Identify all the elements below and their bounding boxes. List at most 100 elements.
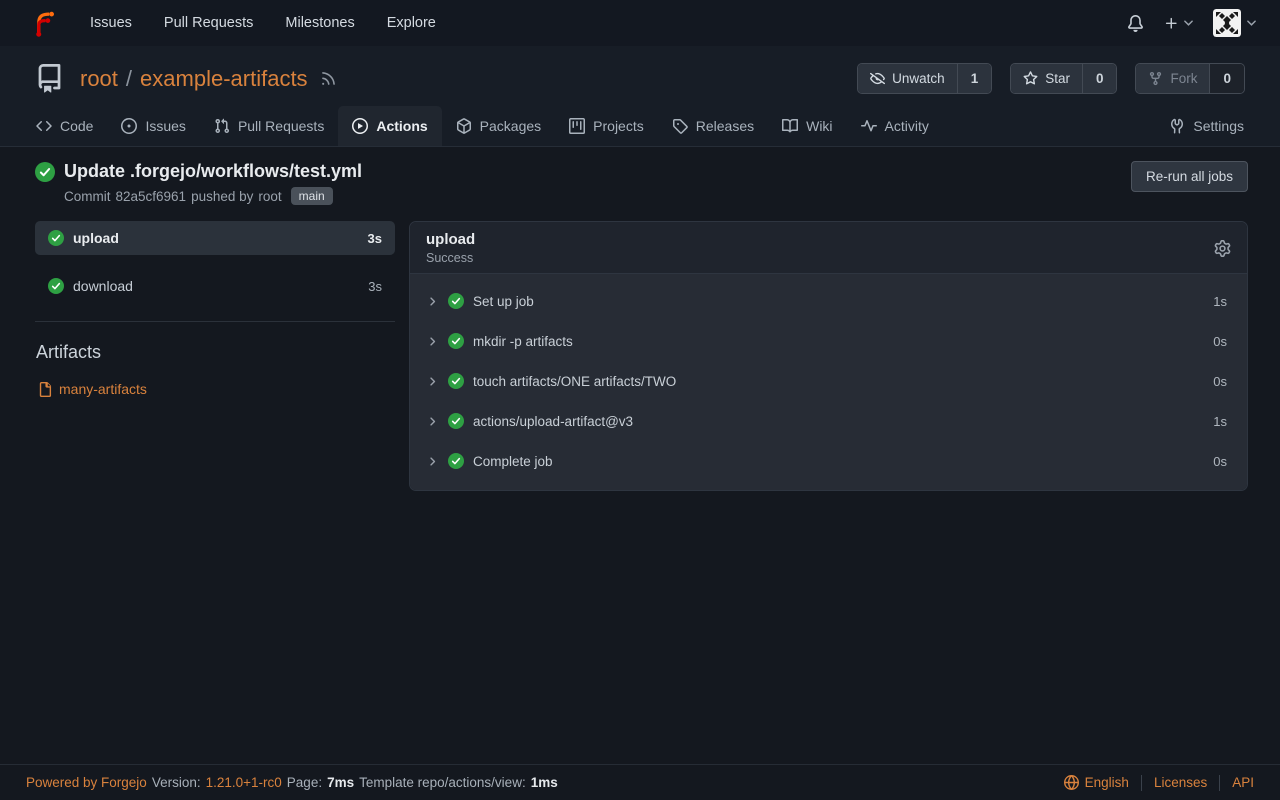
step-duration: 1s (1213, 414, 1227, 429)
nav-milestones[interactable]: Milestones (269, 0, 370, 46)
tab-actions[interactable]: Actions (338, 106, 441, 146)
forgejo-logo[interactable] (28, 8, 58, 38)
job-duration: 3s (368, 231, 382, 246)
fork-icon (1148, 71, 1163, 86)
star-icon (1023, 71, 1038, 86)
run-commit-meta: Commit 82a5cf6961 pushed by root main (64, 187, 362, 205)
step-name: touch artifacts/ONE artifacts/TWO (473, 374, 1204, 389)
tab-wiki-label: Wiki (806, 118, 832, 134)
tab-issues-label: Issues (145, 118, 185, 134)
success-check-icon (48, 278, 64, 294)
job-panel-header: upload Success (410, 222, 1247, 274)
tab-pull-requests[interactable]: Pull Requests (200, 106, 338, 146)
watchers-count[interactable]: 1 (957, 64, 992, 93)
chevron-down-icon (1247, 20, 1256, 26)
nav-issues[interactable]: Issues (74, 0, 148, 46)
sidebar-divider (35, 321, 395, 322)
artifact-link-many-artifacts[interactable]: many-artifacts (37, 381, 395, 397)
page-time-label: Page: (287, 775, 322, 790)
file-icon (37, 382, 52, 397)
step-row-touch-artifacts[interactable]: touch artifacts/ONE artifacts/TWO 0s (410, 361, 1247, 401)
notifications-button[interactable] (1127, 15, 1144, 32)
job-name: download (73, 278, 359, 294)
stars-count[interactable]: 0 (1082, 64, 1117, 93)
bell-icon (1127, 15, 1144, 32)
chevron-right-icon (426, 455, 439, 468)
tab-releases[interactable]: Releases (658, 106, 768, 146)
repo-owner-link[interactable]: root (80, 66, 118, 92)
create-new-dropdown[interactable] (1164, 16, 1193, 31)
template-time-value: 1ms (531, 775, 558, 790)
step-duration: 0s (1213, 334, 1227, 349)
api-link[interactable]: API (1232, 775, 1254, 790)
actions-run-view: Update .forgejo/workflows/test.yml Commi… (0, 147, 1280, 764)
job-row-upload[interactable]: upload 3s (35, 221, 395, 255)
version-link[interactable]: 1.21.0+1-rc0 (206, 775, 282, 790)
commit-sha-link[interactable]: 82a5cf6961 (116, 189, 187, 204)
success-check-icon (448, 333, 464, 349)
tab-code[interactable]: Code (22, 106, 107, 146)
step-row-mkdir[interactable]: mkdir -p artifacts 0s (410, 321, 1247, 361)
step-row-upload-artifact-action[interactable]: actions/upload-artifact@v3 1s (410, 401, 1247, 441)
package-icon (456, 118, 472, 134)
chevron-right-icon (426, 375, 439, 388)
rss-icon (320, 70, 337, 87)
step-row-complete-job[interactable]: Complete job 0s (410, 441, 1247, 481)
tab-packages[interactable]: Packages (442, 106, 555, 146)
globe-icon (1064, 775, 1079, 790)
nav-pull-requests[interactable]: Pull Requests (148, 0, 269, 46)
step-row-set-up-job[interactable]: Set up job 1s (410, 281, 1247, 321)
breadcrumb-separator: / (126, 66, 132, 92)
commit-author-link[interactable]: root (258, 189, 281, 204)
job-steps-list: Set up job 1s mkdir -p artifacts 0s touc… (410, 274, 1247, 490)
success-check-icon (48, 230, 64, 246)
branch-badge[interactable]: main (291, 187, 333, 205)
chevron-right-icon (426, 415, 439, 428)
tab-wiki[interactable]: Wiki (768, 106, 846, 146)
pulse-icon (861, 118, 877, 134)
star-label: Star (1045, 71, 1070, 86)
licenses-link[interactable]: Licenses (1154, 775, 1207, 790)
powered-by-link[interactable]: Powered by Forgejo (26, 775, 147, 790)
artifact-name: many-artifacts (59, 381, 147, 397)
play-circle-icon (352, 118, 368, 134)
step-name: Set up job (473, 294, 1204, 309)
rerun-all-jobs-button[interactable]: Re-run all jobs (1131, 161, 1248, 192)
step-duration: 0s (1213, 454, 1227, 469)
job-row-download[interactable]: download 3s (35, 269, 395, 303)
breadcrumb: root / example-artifacts (80, 66, 308, 92)
tab-projects[interactable]: Projects (555, 106, 658, 146)
chevron-right-icon (426, 335, 439, 348)
watch-button-group: Unwatch 1 (857, 63, 992, 94)
forgejo-logo-icon (28, 8, 58, 38)
tab-issues[interactable]: Issues (107, 106, 199, 146)
repo-name-link[interactable]: example-artifacts (140, 66, 308, 92)
tab-code-label: Code (60, 118, 93, 134)
job-detail-panel: upload Success Set up job 1s mkdir -p (409, 221, 1248, 491)
rss-feed-button[interactable] (320, 70, 337, 87)
star-button[interactable]: Star (1011, 64, 1082, 93)
fork-button[interactable]: Fork (1136, 64, 1209, 93)
panel-job-status: Success (426, 251, 475, 265)
language-selector[interactable]: English (1064, 775, 1129, 790)
job-settings-button[interactable] (1214, 240, 1231, 257)
tab-activity[interactable]: Activity (847, 106, 943, 146)
tab-settings[interactable]: Settings (1155, 106, 1258, 146)
plus-icon (1164, 16, 1179, 31)
repo-header: root / example-artifacts Unwatch 1 Star … (0, 46, 1280, 147)
unwatch-button[interactable]: Unwatch (858, 64, 957, 93)
repo-icon (35, 64, 64, 93)
tab-pull-requests-label: Pull Requests (238, 118, 324, 134)
language-label: English (1085, 775, 1129, 790)
chevron-right-icon (426, 295, 439, 308)
run-title: Update .forgejo/workflows/test.yml (64, 161, 362, 182)
git-pull-request-icon (214, 118, 230, 134)
step-name: Complete job (473, 454, 1204, 469)
tab-projects-label: Projects (593, 118, 644, 134)
step-duration: 1s (1213, 294, 1227, 309)
template-time-label: Template repo/actions/view: (359, 775, 526, 790)
forks-count[interactable]: 0 (1209, 64, 1244, 93)
user-menu-dropdown[interactable] (1213, 9, 1256, 37)
nav-explore[interactable]: Explore (371, 0, 452, 46)
success-check-icon (35, 162, 55, 182)
